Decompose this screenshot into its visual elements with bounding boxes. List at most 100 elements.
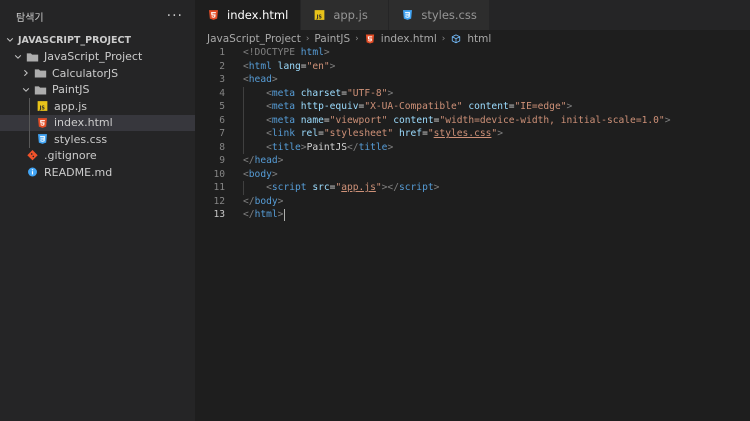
explorer-header: 탐색기 ··· <box>0 0 195 32</box>
code-content: < link rel = "stylesheet" href = " styles.css "… <box>243 128 503 139</box>
breadcrumb-item[interactable]: html <box>467 33 491 45</box>
code-token: lang <box>277 60 301 72</box>
code-token: "UTF-8" <box>347 87 388 99</box>
breadcrumb-item[interactable]: PaintJS <box>314 33 350 45</box>
more-actions-icon[interactable]: ··· <box>167 8 183 24</box>
tab-app-js[interactable]: JS app.js <box>301 0 390 30</box>
code-content: </head > <box>243 155 283 166</box>
folder-icon <box>24 50 40 64</box>
code-token: "viewport" <box>329 114 388 126</box>
tree-file[interactable]: styles.css <box>0 131 195 148</box>
line-number: 3 <box>219 74 225 86</box>
workspace-root[interactable]: JAVASCRIPT_PROJECT <box>0 32 195 49</box>
code-token: name <box>300 114 324 126</box>
code-content: </body > <box>243 196 283 207</box>
tree-item-label: README.md <box>44 165 113 179</box>
breadcrumb-item[interactable]: index.html <box>381 33 437 45</box>
code-token: app.js <box>341 182 376 194</box>
code-token: href <box>398 128 423 140</box>
html5-file-icon <box>364 32 376 46</box>
code-content: </html > <box>243 208 286 221</box>
code-token: </ <box>347 141 359 153</box>
code-token: "X-UA-Compatible" <box>364 101 463 113</box>
tree-folder[interactable]: JavaScript_Project <box>0 49 195 66</box>
tree-item-label: index.html <box>54 116 113 130</box>
vscode-window: 탐색기 ··· JAVASCRIPT_PROJECT JavaScript_Pr… <box>0 0 750 421</box>
code-token: > <box>497 128 503 140</box>
code-token: styles.css <box>433 128 492 140</box>
code-token: > <box>271 74 278 86</box>
code-token: http-equiv <box>300 101 359 113</box>
tab-label: styles.css <box>421 8 477 22</box>
explorer-sidebar: 탐색기 ··· JAVASCRIPT_PROJECT JavaScript_Pr… <box>0 0 195 421</box>
css3-file-icon <box>399 8 415 22</box>
code-token: html <box>300 47 324 59</box>
code-token: > <box>329 60 336 72</box>
code-token: rel <box>300 128 319 140</box>
code-token: </ <box>243 208 255 220</box>
js-file-icon: JS <box>34 99 50 113</box>
code-content: < meta name = "viewport" content = "width=dev… <box>243 115 670 126</box>
line-number: 4 <box>219 87 225 99</box>
folder-icon <box>32 83 48 97</box>
code-content: < script src = " app.js " ></script > <box>243 182 439 193</box>
code-content: < meta charset = "UTF-8" > <box>243 88 393 99</box>
code-content: < body > <box>243 169 278 180</box>
line-number: 8 <box>219 141 225 153</box>
code-token: > <box>277 195 284 207</box>
tab-index-html[interactable]: index.html <box>195 0 302 30</box>
indent-guide <box>29 98 30 115</box>
code-token: meta <box>271 87 295 99</box>
code-content: < html lang = "en" > <box>243 61 335 72</box>
code-line: 9 </head > <box>195 154 750 168</box>
tree-file[interactable]: JS app.js <box>0 98 195 115</box>
tree-file[interactable]: index.html <box>0 114 195 131</box>
code-line: 1 <!DOCTYPE html > <box>195 46 750 60</box>
tab-bar: index.html JS app.js styles.css <box>195 0 750 30</box>
code-token: title <box>271 141 301 153</box>
code-token: > <box>387 87 394 99</box>
code-line: 6 < meta name = "viewport" content = "width=d… <box>195 113 750 127</box>
code-token: > <box>323 47 330 59</box>
svg-text:JS: JS <box>38 106 45 112</box>
code-token: <!DOCTYPE <box>243 47 301 59</box>
code-content: < title > PaintJS </title > <box>243 142 393 153</box>
code-token: title <box>358 141 388 153</box>
tree-folder[interactable]: PaintJS <box>0 82 195 99</box>
chevron-down-icon <box>20 84 32 96</box>
code-token: > <box>566 101 573 113</box>
code-token: > <box>433 182 440 194</box>
tree-file[interactable]: README.md <box>0 164 195 181</box>
line-number: 2 <box>219 60 225 72</box>
code-token: content <box>393 114 434 126</box>
code-token: "width=device-width, initial-scale=1.0" <box>439 114 665 126</box>
code-token: charset <box>300 87 342 99</box>
code-line: 8 < title > PaintJS </title > <box>195 140 750 154</box>
line-number: 10 <box>213 168 225 180</box>
code-line: 5 < meta http-equiv = "X-UA-Compatible" con… <box>195 100 750 114</box>
code-editor[interactable]: 1 <!DOCTYPE html >2 < html lang = "en" >3 < head >… <box>195 46 750 222</box>
css3-file-icon <box>34 132 50 146</box>
tree-folder[interactable]: CalculatorJS <box>0 65 195 82</box>
tree-file[interactable]: .gitignore <box>0 148 195 165</box>
line-number: 7 <box>219 128 225 140</box>
line-number: 5 <box>219 101 225 113</box>
tab-styles-css[interactable]: styles.css <box>389 0 490 30</box>
code-token: html <box>248 60 272 72</box>
code-token: > <box>277 155 284 167</box>
code-token: </ <box>243 155 255 167</box>
chevron-down-icon <box>12 51 24 63</box>
breadcrumb-item[interactable]: JavaScript_Project <box>207 33 301 45</box>
code-token: meta <box>271 101 295 113</box>
code-token: script <box>271 182 307 194</box>
code-token: body <box>248 168 272 180</box>
tree-item-label: CalculatorJS <box>52 66 119 80</box>
code-token: src <box>312 182 330 194</box>
code-line: 13 </html > <box>195 208 750 222</box>
code-token: ></ <box>381 182 399 194</box>
